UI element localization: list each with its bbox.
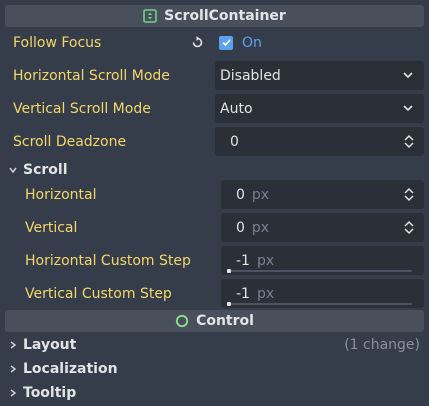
horizontal-custom-step-label: Horizontal Custom Step (25, 252, 191, 269)
scroll-horizontal-label: Horizontal (25, 186, 97, 203)
slider-track[interactable] (228, 303, 412, 305)
horizontal-scroll-mode-value: Disabled (220, 67, 281, 84)
chevron-down-icon (5, 165, 21, 175)
scroll-deadzone-spinbox[interactable]: 0 (215, 127, 424, 156)
vertical-custom-step-row: Vertical Custom Step -1 px (5, 277, 424, 310)
chevron-right-icon (5, 388, 21, 398)
scroll-horizontal-unit: px (251, 186, 270, 203)
scroll-vertical-unit: px (251, 219, 270, 236)
follow-focus-value: On (242, 34, 262, 51)
follow-focus-label: Follow Focus (13, 34, 102, 51)
spinner-updown-icon[interactable] (403, 187, 415, 206)
group-localization-label: Localization (23, 361, 118, 377)
chevron-right-icon (5, 364, 21, 374)
revert-icon[interactable] (190, 35, 205, 54)
chevron-right-icon (5, 340, 21, 350)
checkbox-checked-icon (219, 35, 233, 50)
scroll-vertical-spinbox[interactable]: 0 px (221, 213, 424, 242)
group-layout-change-count: (1 change) (344, 337, 420, 353)
scroll-deadzone-label: Scroll Deadzone (13, 133, 127, 150)
follow-focus-row: Follow Focus On (5, 26, 424, 59)
scroll-group-label: Scroll (23, 162, 68, 178)
slider-thumb[interactable] (227, 302, 231, 306)
scroll-horizontal-row: Horizontal 0 px (5, 178, 424, 211)
vertical-scroll-mode-value: Auto (220, 100, 253, 117)
horizontal-custom-step-row: Horizontal Custom Step -1 px (5, 244, 424, 277)
horizontal-scroll-mode-dropdown[interactable]: Disabled (215, 61, 424, 90)
chevron-down-icon (402, 102, 414, 118)
horizontal-scroll-mode-row: Horizontal Scroll Mode Disabled (5, 59, 424, 92)
follow-focus-checkbox[interactable]: On (219, 26, 262, 59)
horizontal-custom-step-unit: px (256, 252, 275, 269)
scroll-horizontal-spinbox[interactable]: 0 px (221, 180, 424, 209)
group-layout-label: Layout (23, 337, 77, 353)
scroll-container-node-icon (143, 9, 157, 23)
scroll-deadzone-value: 0 (230, 133, 239, 150)
scroll-container-section-header: ScrollContainer (5, 5, 424, 27)
group-localization[interactable]: Localization (5, 357, 424, 381)
slider-track[interactable] (228, 270, 412, 272)
scroll-vertical-row: Vertical 0 px (5, 211, 424, 244)
group-layout[interactable]: Layout (1 change) (5, 333, 424, 357)
control-node-icon (175, 314, 189, 328)
vertical-custom-step-slider[interactable]: -1 px (221, 279, 424, 308)
scroll-deadzone-row: Scroll Deadzone 0 (5, 125, 424, 158)
spinner-updown-icon[interactable] (403, 220, 415, 239)
vertical-custom-step-label: Vertical Custom Step (25, 285, 172, 302)
horizontal-scroll-mode-label: Horizontal Scroll Mode (13, 67, 170, 84)
slider-thumb[interactable] (227, 269, 231, 273)
scroll-vertical-label: Vertical (25, 219, 78, 236)
chevron-down-icon (402, 69, 414, 85)
spinner-updown-icon[interactable] (403, 134, 415, 153)
scroll-container-title: ScrollContainer (164, 8, 286, 24)
group-tooltip-label: Tooltip (23, 385, 77, 401)
control-title: Control (196, 313, 254, 329)
control-section-header: Control (5, 310, 424, 332)
vertical-custom-step-unit: px (256, 285, 275, 302)
group-tooltip[interactable]: Tooltip (5, 381, 424, 405)
scroll-horizontal-value: 0 (236, 186, 245, 203)
vertical-scroll-mode-row: Vertical Scroll Mode Auto (5, 92, 424, 125)
scroll-vertical-value: 0 (236, 219, 245, 236)
vertical-custom-step-value: -1 (236, 285, 250, 302)
vertical-scroll-mode-label: Vertical Scroll Mode (13, 100, 151, 117)
vertical-scroll-mode-dropdown[interactable]: Auto (215, 94, 424, 123)
horizontal-custom-step-value: -1 (236, 252, 250, 269)
horizontal-custom-step-slider[interactable]: -1 px (221, 246, 424, 275)
